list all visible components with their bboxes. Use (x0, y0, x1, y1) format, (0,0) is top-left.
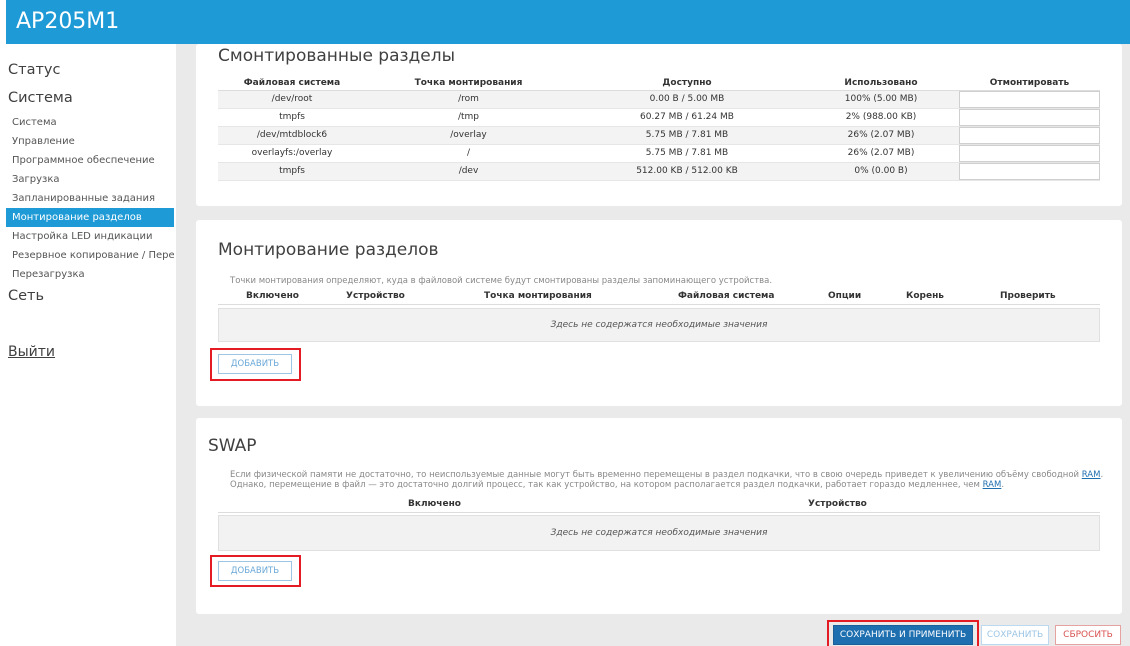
table-row: /dev/mtdblock6 /overlay 5.75 MB / 7.81 M… (218, 126, 1100, 145)
mount-empty-message: Здесь не содержатся необходимые значения (218, 308, 1100, 342)
mount-add-button[interactable]: ДОБАВИТЬ (218, 354, 292, 374)
table-cell: /dev (366, 162, 571, 181)
column-header: Точка монтирования (484, 291, 592, 301)
main-content: Смонтированные разделы Файловая система … (176, 44, 1130, 646)
sidebar-system[interactable]: Система (8, 90, 73, 106)
sidebar-item-mount-points[interactable]: Монтирование разделов (6, 208, 174, 227)
reset-button[interactable]: СБРОСИТЬ (1055, 625, 1121, 645)
mount-table-header: Включено Устройство Точка монтирования Ф… (218, 291, 1100, 305)
table-cell: tmpfs (218, 108, 366, 127)
column-header: Опции (828, 291, 862, 301)
swap-panel: SWAP Если физической памяти не достаточн… (196, 418, 1122, 614)
table-row: tmpfs /tmp 60.27 MB / 61.24 MB 2% (988.0… (218, 108, 1100, 127)
table-cell: 0.00 B / 5.00 MB (571, 90, 803, 109)
table-cell: 5.75 MB / 7.81 MB (571, 144, 803, 163)
column-header: Включено (408, 499, 461, 509)
table-row: overlayfs:/overlay / 5.75 MB / 7.81 MB 2… (218, 144, 1100, 163)
column-header: Доступно (571, 76, 803, 91)
column-header: Устройство (808, 499, 867, 509)
unmount-cell (959, 108, 1100, 127)
column-header: Использовано (803, 76, 959, 91)
table-cell: 26% (2.07 MB) (803, 144, 959, 163)
swap-description: Если физической памяти не достаточно, то… (230, 470, 1110, 490)
sidebar-item-scheduled-tasks[interactable]: Запланированные задания (6, 189, 174, 208)
ram-link[interactable]: RAM (983, 480, 1002, 490)
table-cell: 5.75 MB / 7.81 MB (571, 126, 803, 145)
table-cell: /overlay (366, 126, 571, 145)
unmount-button[interactable] (959, 90, 1100, 108)
unmount-button[interactable] (959, 108, 1100, 126)
table-cell: 60.27 MB / 61.24 MB (571, 108, 803, 127)
unmount-button[interactable] (959, 144, 1100, 162)
unmount-cell (959, 144, 1100, 163)
swap-add-button[interactable]: ДОБАВИТЬ (218, 561, 292, 581)
unmount-cell (959, 126, 1100, 145)
mounted-table: Файловая система Точка монтирования Дост… (218, 76, 1100, 181)
unmount-button[interactable] (959, 162, 1100, 180)
mounted-title: Смонтированные разделы (218, 46, 456, 66)
sidebar-item-led-config[interactable]: Настройка LED индикации (6, 227, 174, 246)
table-row: tmpfs /dev 512.00 KB / 512.00 KB 0% (0.0… (218, 162, 1100, 181)
sidebar: Статус Система Система Управление Програ… (6, 44, 174, 646)
logout-link[interactable]: Выйти (8, 344, 55, 360)
swap-empty-message: Здесь не содержатся необходимые значения (218, 515, 1100, 551)
table-row: /dev/root /rom 0.00 B / 5.00 MB 100% (5.… (218, 90, 1100, 109)
column-header: Проверить (1000, 291, 1056, 301)
table-cell: overlayfs:/overlay (218, 144, 366, 163)
table-cell: 26% (2.07 MB) (803, 126, 959, 145)
column-header: Корень (906, 291, 944, 301)
column-header: Устройство (346, 291, 405, 301)
table-cell: /dev/mtdblock6 (218, 126, 366, 145)
save-apply-button[interactable]: СОХРАНИТЬ И ПРИМЕНИТЬ (833, 625, 973, 645)
sidebar-item-backup-flash[interactable]: Резервное копирование / Перепрошивка (6, 246, 174, 265)
table-cell: 0% (0.00 B) (803, 162, 959, 181)
sidebar-status[interactable]: Статус (8, 62, 60, 78)
brand-title[interactable]: AP205M1 (16, 9, 119, 34)
mounted-panel: Смонтированные разделы Файловая система … (196, 44, 1122, 206)
table-cell: tmpfs (218, 162, 366, 181)
table-cell: /dev/root (218, 90, 366, 109)
table-cell: 512.00 KB / 512.00 KB (571, 162, 803, 181)
swap-desc-end: . (1001, 480, 1005, 490)
swap-table-header: Включено Устройство (218, 499, 1100, 513)
column-header: Точка монтирования (366, 76, 571, 91)
table-cell: /rom (366, 90, 571, 109)
swap-desc-text: Если физической памяти не достаточно, то… (230, 470, 1080, 480)
table-cell: / (366, 144, 571, 163)
table-cell: 100% (5.00 MB) (803, 90, 959, 109)
sidebar-item-software[interactable]: Программное обеспечение (6, 151, 174, 170)
mount-title: Монтирование разделов (218, 240, 439, 260)
sidebar-item-admin[interactable]: Управление (6, 132, 174, 151)
mount-description: Точки монтирования определяют, куда в фа… (230, 276, 773, 286)
unmount-button[interactable] (959, 126, 1100, 144)
unmount-cell (959, 90, 1100, 109)
top-bar: AP205M1 (6, 0, 1130, 44)
save-button[interactable]: СОХРАНИТЬ (981, 625, 1049, 645)
column-header: Файловая система (218, 76, 366, 91)
column-header: Включено (246, 291, 299, 301)
sidebar-item-startup[interactable]: Загрузка (6, 170, 174, 189)
swap-title: SWAP (208, 436, 257, 456)
sidebar-item-reboot[interactable]: Перезагрузка (6, 265, 174, 284)
unmount-cell (959, 162, 1100, 181)
table-cell: /tmp (366, 108, 571, 127)
column-header: Отмонтировать (959, 76, 1100, 91)
mount-panel: Монтирование разделов Точки монтирования… (196, 220, 1122, 406)
ram-link[interactable]: RAM (1082, 470, 1101, 480)
sidebar-network[interactable]: Сеть (8, 288, 44, 304)
table-cell: 2% (988.00 KB) (803, 108, 959, 127)
sidebar-item-system[interactable]: Система (6, 113, 174, 132)
column-header: Файловая система (678, 291, 775, 301)
